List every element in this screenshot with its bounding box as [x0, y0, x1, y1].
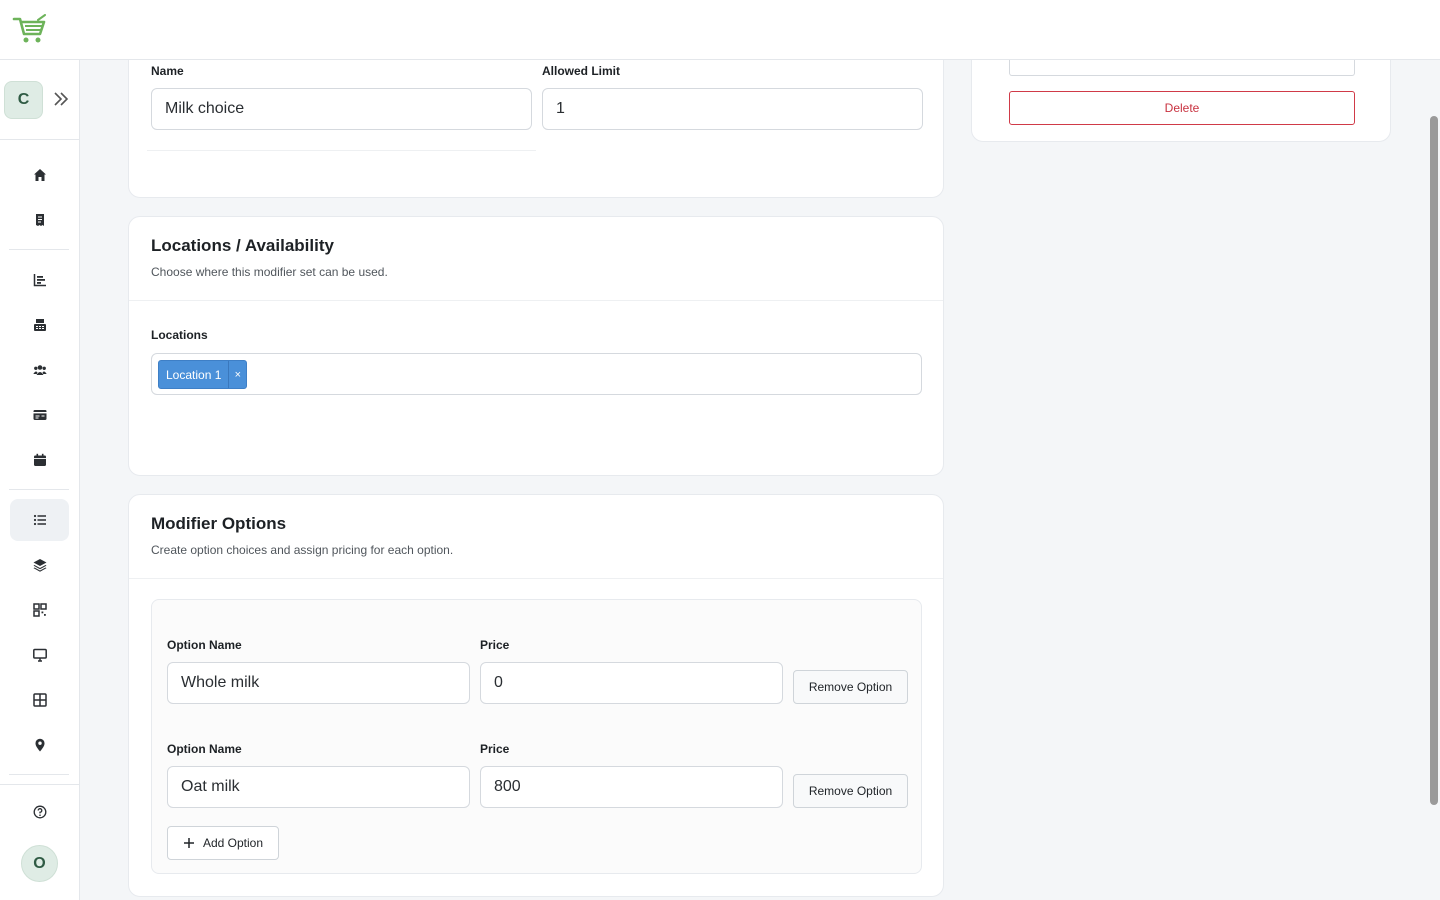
- double-chevron-right-icon[interactable]: [52, 90, 70, 108]
- sidebar-item-devices[interactable]: [10, 634, 69, 676]
- locations-title: Locations / Availability: [151, 236, 334, 255]
- option-name-label: Option Name: [167, 638, 242, 652]
- sidebar-item-categories[interactable]: [10, 544, 69, 586]
- name-input[interactable]: Milk choice: [151, 88, 532, 130]
- user-avatar[interactable]: O: [21, 845, 58, 882]
- page-scrollbar[interactable]: [1430, 116, 1438, 805]
- home-icon: [33, 169, 46, 181]
- option-name-input[interactable]: Oat milk: [167, 766, 470, 808]
- layers-icon: [33, 559, 46, 572]
- sidebar-item-reports[interactable]: [10, 259, 69, 301]
- sidebar-divider: [9, 774, 69, 775]
- help-circle-icon: [33, 805, 46, 819]
- grid-icon: [32, 693, 47, 707]
- card-divider: [129, 578, 943, 579]
- card-divider: [129, 300, 943, 301]
- add-option-label: Add Option: [202, 836, 264, 850]
- list-icon: [33, 514, 46, 526]
- users-icon: [32, 365, 47, 375]
- options-list: Option Name Whole milk Price 0 Remove Op…: [151, 599, 922, 874]
- remove-tag-icon[interactable]: ×: [228, 361, 246, 388]
- sidebar-divider: [0, 139, 80, 140]
- sidebar-item-orders[interactable]: [10, 199, 69, 241]
- location-tag: Location 1 ×: [158, 360, 248, 389]
- sidebar-item-cards[interactable]: [10, 394, 69, 436]
- bar-chart-icon: [33, 274, 46, 287]
- delete-button[interactable]: Delete: [1009, 91, 1355, 125]
- add-option-button[interactable]: Add Option: [167, 826, 279, 860]
- sidebar: C O: [0, 60, 80, 900]
- sidebar-divider: [9, 489, 69, 490]
- plus-icon: [183, 838, 194, 848]
- sidebar-item-calendar[interactable]: [10, 439, 69, 481]
- sidebar-item-tables[interactable]: [10, 679, 69, 721]
- id-card-icon: [33, 410, 46, 420]
- cash-register-icon: [33, 319, 46, 331]
- locations-card: Locations / Availability Choose where th…: [128, 216, 944, 476]
- sidebar-item-register[interactable]: [10, 304, 69, 346]
- allowed-limit-label: Allowed Limit: [542, 64, 620, 78]
- field-divider: [147, 150, 536, 151]
- allowed-limit-input[interactable]: 1: [542, 88, 923, 130]
- map-pin-icon: [35, 738, 44, 752]
- shopping-cart-icon[interactable]: [12, 14, 48, 46]
- option-name-input[interactable]: Whole milk: [167, 662, 470, 704]
- remove-option-button[interactable]: Remove Option: [793, 670, 908, 704]
- sidebar-divider: [0, 784, 80, 785]
- sidebar-item-modifiers[interactable]: [10, 499, 69, 541]
- sidebar-item-locations[interactable]: [10, 724, 69, 766]
- locations-description: Choose where this modifier set can be us…: [151, 265, 388, 279]
- sidebar-divider: [9, 249, 69, 250]
- monitor-icon: [32, 648, 47, 662]
- price-input[interactable]: 800: [480, 766, 783, 808]
- sidebar-item-home[interactable]: [10, 154, 69, 196]
- locations-label: Locations: [151, 328, 208, 342]
- name-label: Name: [151, 64, 184, 78]
- modifier-options-title: Modifier Options: [151, 514, 287, 533]
- sidebar-item-help[interactable]: [10, 791, 69, 833]
- calendar-icon: [33, 453, 46, 466]
- price-label: Price: [480, 638, 510, 652]
- modifier-options-card: Modifier Options Create option choices a…: [128, 494, 944, 897]
- org-switcher[interactable]: C: [4, 81, 43, 119]
- save-button[interactable]: [1009, 60, 1355, 76]
- price-label: Price: [480, 742, 510, 756]
- locations-multiselect[interactable]: Location 1 ×: [151, 353, 922, 395]
- modifier-options-description: Create option choices and assign pricing…: [151, 543, 454, 557]
- option-name-label: Option Name: [167, 742, 242, 756]
- sidebar-item-qr[interactable]: [10, 589, 69, 631]
- qr-code-icon: [32, 603, 47, 617]
- remove-option-button[interactable]: Remove Option: [793, 774, 908, 808]
- price-input[interactable]: 0: [480, 662, 783, 704]
- sidebar-item-customers[interactable]: [10, 349, 69, 391]
- top-bar: [0, 0, 1440, 60]
- receipt-icon: [35, 214, 44, 226]
- location-tag-label: Location 1: [166, 367, 222, 382]
